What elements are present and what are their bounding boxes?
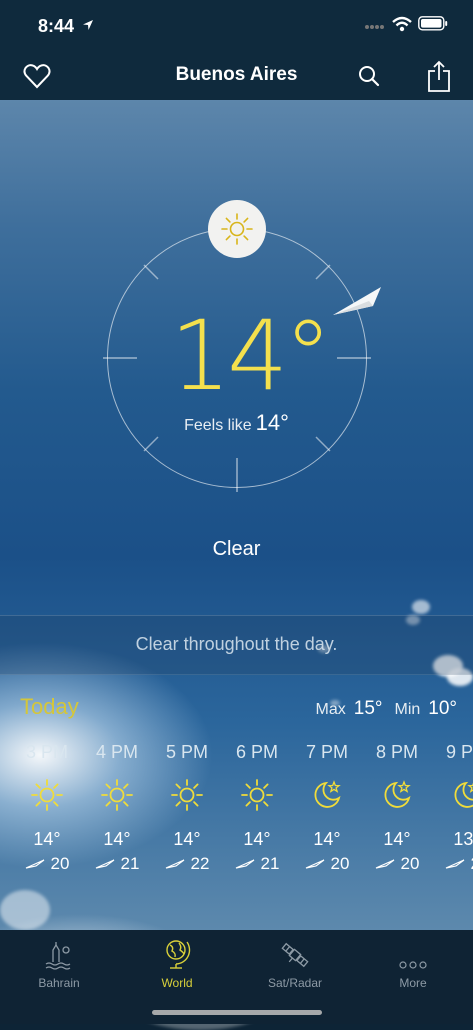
tab-label: Sat/Radar xyxy=(267,976,323,990)
hour-time: 9 PM xyxy=(445,742,473,762)
cloud xyxy=(0,890,50,930)
status-bar: 8:44 xyxy=(0,0,473,50)
min-value: 10° xyxy=(428,698,457,719)
today-label[interactable]: Today xyxy=(20,694,79,720)
sun-icon xyxy=(171,779,203,811)
hour-temperature: 14° xyxy=(243,829,271,849)
feels-like-value: 14° xyxy=(255,410,289,435)
hour-wind-speed: 20 xyxy=(50,854,70,873)
tab-label: More xyxy=(399,976,427,990)
hour-temperature: 14° xyxy=(103,829,131,849)
status-time: 8:44 xyxy=(38,16,75,36)
wifi-icon xyxy=(392,16,412,32)
hourly-item: 3 PM 14° 20 xyxy=(12,742,82,874)
search-button[interactable] xyxy=(356,63,382,89)
hour-wind-speed: 20 xyxy=(400,854,420,873)
hour-weather-icon xyxy=(292,766,362,824)
wind-arrow-icon xyxy=(305,859,324,869)
hour-time: 5 PM xyxy=(165,742,208,762)
hour-temperature: 14° xyxy=(173,829,201,849)
moon-star-icon xyxy=(454,781,473,808)
hour-weather-icon xyxy=(12,766,82,824)
satellite-icon xyxy=(281,942,309,968)
tab-sat-radar[interactable]: Sat/Radar xyxy=(236,930,354,1000)
navigation-bar: Buenos Aires xyxy=(0,50,473,100)
globe-icon xyxy=(166,940,191,969)
min-label: Min xyxy=(394,701,421,718)
feels-like-label: Feels like xyxy=(184,417,252,434)
hour-temperature: 14° xyxy=(383,829,411,849)
daily-summary: Clear throughout the day. xyxy=(135,634,338,654)
hour-wind-speed: 21 xyxy=(260,854,280,873)
wind-arrow-icon xyxy=(95,859,114,869)
max-min: Max 15° Min 10° xyxy=(316,698,457,720)
wind-arrow-icon xyxy=(375,859,394,869)
hour-time: 3 PM xyxy=(25,742,68,762)
city-icon xyxy=(45,942,71,970)
hour-wind: 20 xyxy=(432,854,473,874)
share-icon xyxy=(428,60,450,92)
share-button[interactable] xyxy=(424,58,454,94)
hourly-item: 9 PM 13° 20 xyxy=(432,742,473,874)
feels-like: Feels like 14° xyxy=(0,410,473,436)
hour-temperature: 14° xyxy=(33,829,61,849)
weather-condition: Clear xyxy=(212,538,261,560)
location-arrow-icon xyxy=(83,20,93,30)
hour-weather-icon xyxy=(362,766,432,824)
hour-weather-icon xyxy=(152,766,222,824)
hour-wind-speed: 20 xyxy=(330,854,350,873)
hour-time: 6 PM xyxy=(235,742,278,762)
moon-star-icon xyxy=(384,780,411,808)
max-label: Max xyxy=(315,701,346,718)
hour-wind: 20 xyxy=(362,854,432,874)
hour-time: 4 PM xyxy=(95,742,138,762)
hour-wind: 22 xyxy=(152,854,222,874)
city-title: Buenos Aires xyxy=(175,64,298,85)
more-dots-icon xyxy=(399,961,427,969)
wind-arrow-icon xyxy=(25,859,44,869)
hour-wind: 20 xyxy=(12,854,82,874)
hour-wind: 21 xyxy=(222,854,292,874)
battery-icon xyxy=(418,16,448,31)
hour-weather-icon xyxy=(82,766,152,824)
cloud xyxy=(412,600,430,614)
hourly-item: 8 PM 14° 20 xyxy=(362,742,432,874)
home-indicator[interactable] xyxy=(152,1010,322,1015)
hourly-item: 4 PM 14° 21 xyxy=(82,742,152,874)
sun-icon xyxy=(221,213,253,245)
tab-label: Bahrain xyxy=(38,976,80,990)
wind-arrow-icon xyxy=(445,859,464,869)
hour-temperature: 14° xyxy=(313,829,341,849)
tab-world[interactable]: World xyxy=(118,930,236,1000)
hour-wind: 20 xyxy=(292,854,362,874)
hour-temperature: 13° xyxy=(453,829,473,849)
hour-wind-speed: 21 xyxy=(120,854,140,873)
wind-direction-icon xyxy=(333,287,381,315)
current-temperature: 14° xyxy=(170,300,332,412)
hour-time: 8 PM xyxy=(375,742,418,762)
hour-wind: 21 xyxy=(82,854,152,874)
signal-icon xyxy=(365,25,384,29)
hourly-item: 7 PM 14° 20 xyxy=(292,742,362,874)
sun-icon xyxy=(31,779,63,811)
tab-label: World xyxy=(161,976,193,990)
hour-time: 7 PM xyxy=(305,742,348,762)
tab-bahrain[interactable]: Bahrain xyxy=(0,930,118,1000)
sun-icon xyxy=(101,779,133,811)
hour-weather-icon xyxy=(432,766,473,824)
hour-wind-speed: 22 xyxy=(190,854,210,873)
moon-star-icon xyxy=(314,780,341,808)
wind-arrow-icon xyxy=(165,859,184,869)
hourly-item: 5 PM 14° 22 xyxy=(152,742,222,874)
tab-more[interactable]: More xyxy=(354,930,472,1000)
search-icon xyxy=(359,66,380,87)
sun-position-marker xyxy=(208,200,266,258)
wind-arrow-icon xyxy=(235,859,254,869)
sun-icon xyxy=(241,779,273,811)
max-value: 15° xyxy=(353,698,383,719)
hourly-item: 6 PM 14° 21 xyxy=(222,742,292,874)
hour-weather-icon xyxy=(222,766,292,824)
